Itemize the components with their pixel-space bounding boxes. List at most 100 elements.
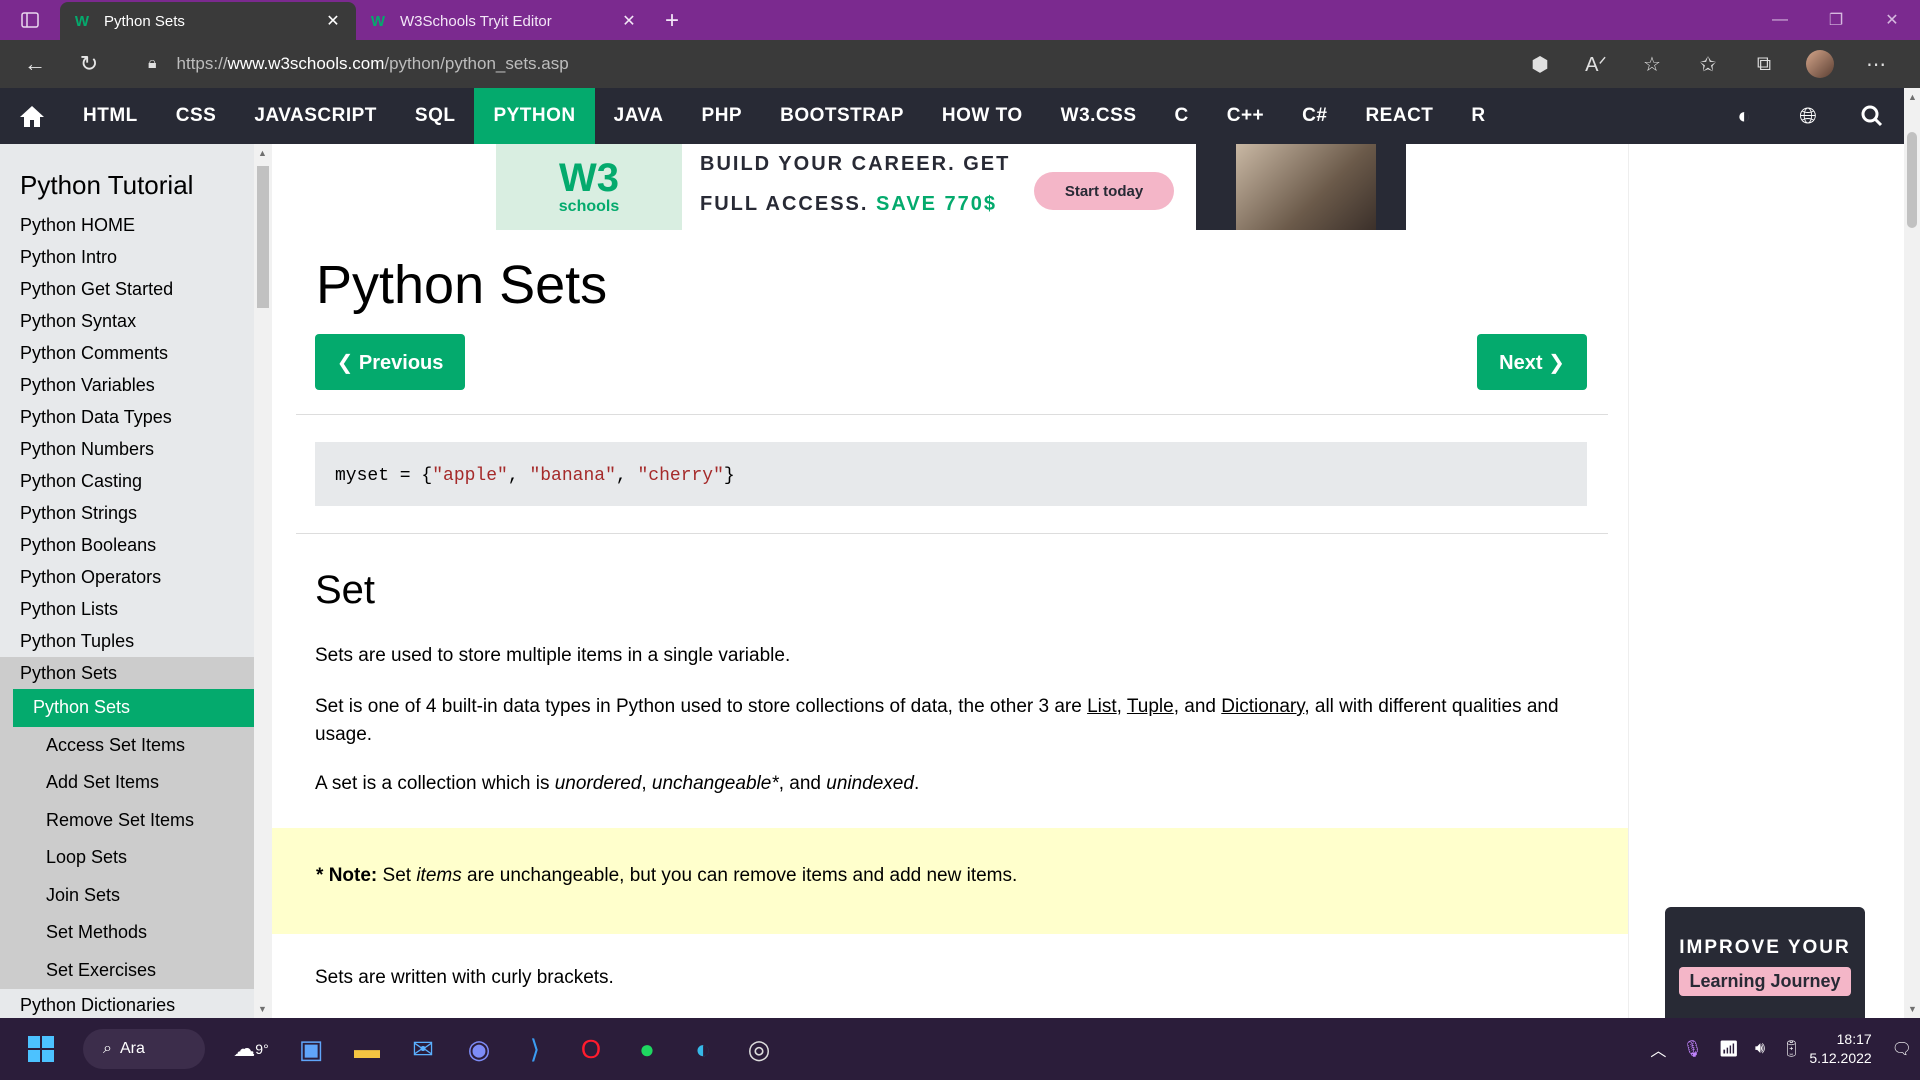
- clock[interactable]: 18:17 5.12.2022: [1809, 1030, 1871, 1068]
- chevron-up-icon[interactable]: ︿: [1650, 1037, 1666, 1061]
- nav-python[interactable]: PYTHON: [474, 88, 595, 144]
- restore-icon[interactable]: ❐: [1808, 0, 1864, 40]
- sidebar-item-python-syntax[interactable]: Python Syntax: [0, 305, 254, 337]
- scroll-up-icon[interactable]: ▲: [1908, 92, 1917, 102]
- sidebar-scroll-thumb[interactable]: [257, 166, 269, 308]
- extension-icon[interactable]: ⬢: [1512, 52, 1568, 77]
- refresh-icon[interactable]: ↻: [62, 40, 116, 88]
- sidebar-subitem-join-sets[interactable]: Join Sets: [13, 877, 254, 915]
- sidebar-subitem-set-methods[interactable]: Set Methods: [13, 914, 254, 952]
- edge-icon[interactable]: ◐: [676, 1022, 730, 1076]
- microphone-icon[interactable]: 🎙︎: [1682, 1039, 1702, 1059]
- sidebar-subitem-python-sets[interactable]: Python Sets: [13, 689, 254, 727]
- nav-csharp[interactable]: C#: [1283, 88, 1346, 144]
- next-button[interactable]: Next ❯: [1477, 334, 1587, 390]
- scroll-down-icon[interactable]: ▼: [1908, 1004, 1917, 1014]
- vscode-icon[interactable]: ⟩: [508, 1022, 562, 1076]
- paragraph-4: Sets are written with curly brackets.: [315, 967, 614, 988]
- tuple-link[interactable]: Tuple: [1127, 696, 1174, 717]
- sidebar-item-python-data-types[interactable]: Python Data Types: [0, 401, 254, 433]
- notifications-icon[interactable]: 🗨︎: [1892, 1039, 1912, 1059]
- wifi-icon[interactable]: 📶︎: [1719, 1039, 1739, 1059]
- promo-banner[interactable]: IMPROVE YOUR Learning Journey: [1665, 907, 1865, 1018]
- nav-react[interactable]: REACT: [1346, 88, 1452, 144]
- profile-avatar[interactable]: [1806, 50, 1834, 78]
- read-aloud-icon[interactable]: Aᐟ: [1568, 52, 1624, 77]
- sidebar-scrollbar[interactable]: ▲ ▼: [254, 144, 272, 1018]
- collections-icon[interactable]: ⧉: [1736, 53, 1792, 76]
- close-window-icon[interactable]: ✕: [1864, 0, 1920, 40]
- browser-tab-tryit-editor[interactable]: W W3Schools Tryit Editor ✕: [356, 2, 652, 40]
- nav-css[interactable]: CSS: [157, 88, 236, 144]
- scroll-down-icon[interactable]: ▼: [258, 1004, 267, 1014]
- sidebar-item-python-lists[interactable]: Python Lists: [0, 593, 254, 625]
- previous-button[interactable]: ❮ Previous: [315, 334, 465, 390]
- nav-c[interactable]: C: [1156, 88, 1208, 144]
- add-favorite-icon[interactable]: ☆: [1624, 52, 1680, 77]
- page-scroll-thumb[interactable]: [1907, 132, 1917, 228]
- close-tab-icon[interactable]: ✕: [618, 11, 640, 31]
- sidebar-item-python-numbers[interactable]: Python Numbers: [0, 433, 254, 465]
- url-prefix: https://: [176, 54, 228, 73]
- sidebar-subitem-loop-sets[interactable]: Loop Sets: [13, 839, 254, 877]
- sidebar-item-python-home[interactable]: Python HOME: [0, 209, 254, 241]
- search-icon[interactable]: [1840, 88, 1904, 144]
- obs-icon[interactable]: ◎: [732, 1022, 786, 1076]
- sidebar-item-python-sets[interactable]: Python Sets: [0, 657, 254, 689]
- sidebar-subitem-set-exercises[interactable]: Set Exercises: [13, 952, 254, 990]
- ad-banner[interactable]: W3 schools BUILD YOUR CAREER. GET FULL A…: [496, 144, 1406, 230]
- start-today-button[interactable]: Start today: [1034, 172, 1174, 210]
- nav-html[interactable]: HTML: [64, 88, 157, 144]
- sidebar-item-python-casting[interactable]: Python Casting: [0, 465, 254, 497]
- back-icon[interactable]: ←: [8, 40, 62, 88]
- new-tab-button[interactable]: +: [652, 2, 692, 40]
- nav-bootstrap[interactable]: BOOTSTRAP: [761, 88, 923, 144]
- home-icon[interactable]: [0, 88, 64, 144]
- nav-sql[interactable]: SQL: [396, 88, 475, 144]
- nav-r[interactable]: R: [1452, 88, 1504, 144]
- close-tab-icon[interactable]: ✕: [322, 11, 344, 31]
- nav-javascript[interactable]: JAVASCRIPT: [235, 88, 396, 144]
- file-explorer-icon[interactable]: ▬: [340, 1022, 394, 1076]
- minimize-icon[interactable]: —: [1752, 0, 1808, 40]
- url-input[interactable]: 🔒︎ https://www.w3schools.com/python/pyth…: [128, 46, 1676, 82]
- sidebar-item-python-intro[interactable]: Python Intro: [0, 241, 254, 273]
- nav-php[interactable]: PHP: [683, 88, 762, 144]
- sidebar-subitem-add-set-items[interactable]: Add Set Items: [13, 764, 254, 802]
- nav-java[interactable]: JAVA: [595, 88, 683, 144]
- page-scrollbar[interactable]: ▲ ▼: [1904, 88, 1920, 1018]
- nav-cpp[interactable]: C++: [1208, 88, 1283, 144]
- discord-icon[interactable]: ◉: [452, 1022, 506, 1076]
- sidebar-item-python-variables[interactable]: Python Variables: [0, 369, 254, 401]
- spotify-icon[interactable]: ●: [620, 1022, 674, 1076]
- taskbar-search[interactable]: ⌕ Ara: [83, 1029, 205, 1069]
- sidebar-subitem-access-set-items[interactable]: Access Set Items: [13, 727, 254, 765]
- volume-icon[interactable]: 🔊︎: [1755, 1040, 1765, 1058]
- dictionary-link[interactable]: Dictionary: [1221, 696, 1304, 717]
- nav-w3css[interactable]: W3.CSS: [1042, 88, 1156, 144]
- globe-icon[interactable]: 🌐︎: [1776, 88, 1840, 144]
- opera-icon[interactable]: O: [564, 1022, 618, 1076]
- widgets-icon[interactable]: ▣: [284, 1022, 338, 1076]
- scroll-up-icon[interactable]: ▲: [258, 148, 267, 158]
- nav-how-to[interactable]: HOW TO: [923, 88, 1042, 144]
- browser-tab-python-sets[interactable]: W Python Sets ✕: [60, 2, 356, 40]
- sidebar-item-python-strings[interactable]: Python Strings: [0, 497, 254, 529]
- weather-widget[interactable]: ☁ 9°: [220, 1022, 282, 1076]
- sidebar-item-python-dictionaries[interactable]: Python Dictionaries: [0, 989, 254, 1018]
- sidebar-item-python-tuples[interactable]: Python Tuples: [0, 625, 254, 657]
- battery-icon[interactable]: 🔋︎: [1781, 1039, 1801, 1059]
- dark-mode-icon[interactable]: ◐: [1712, 88, 1776, 144]
- sidebar-item-python-booleans[interactable]: Python Booleans: [0, 529, 254, 561]
- p3-sep: ,: [641, 773, 652, 794]
- list-link[interactable]: List: [1087, 696, 1117, 717]
- sidebar-subitem-remove-set-items[interactable]: Remove Set Items: [13, 802, 254, 840]
- windows-start-icon[interactable]: [14, 1022, 68, 1076]
- more-icon[interactable]: ⋯: [1848, 52, 1904, 77]
- sidebar-item-python-operators[interactable]: Python Operators: [0, 561, 254, 593]
- sidebar-item-python-get-started[interactable]: Python Get Started: [0, 273, 254, 305]
- tab-actions-icon[interactable]: [0, 0, 60, 40]
- favorites-icon[interactable]: ✩: [1680, 52, 1736, 77]
- sidebar-item-python-comments[interactable]: Python Comments: [0, 337, 254, 369]
- mail-icon[interactable]: ✉: [396, 1022, 450, 1076]
